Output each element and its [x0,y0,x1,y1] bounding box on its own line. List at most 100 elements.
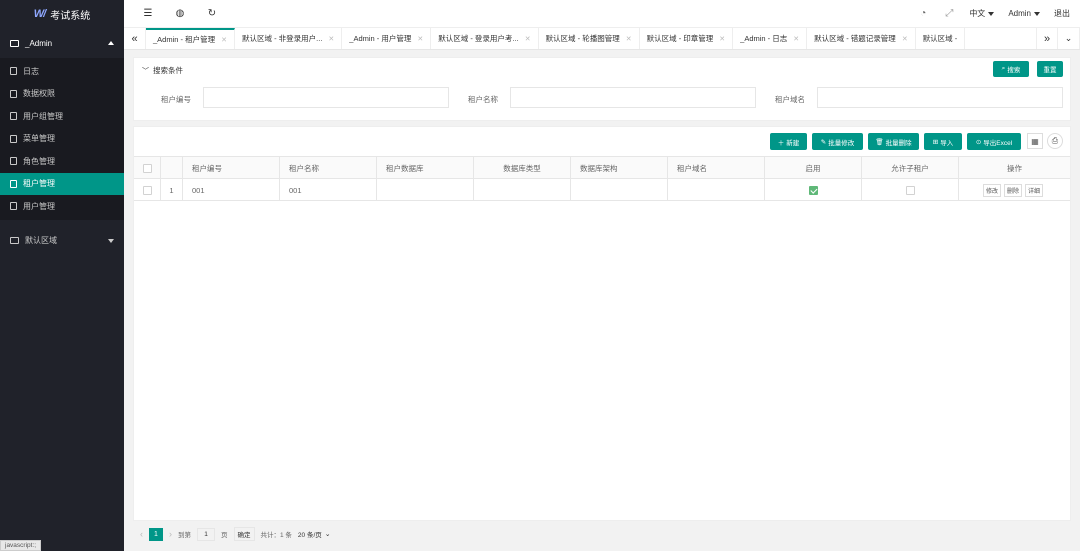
column-header[interactable]: 数据库架构 [571,157,668,179]
sidebar-item-menus[interactable]: 菜单管理 [0,128,124,151]
tabs-scroll-left-icon[interactable]: « [124,28,146,49]
table-header-row: 租户编号 租户名称 租户数据库 数据库类型 数据库架构 租户域名 启用 允许子租… [134,157,1070,179]
column-header[interactable]: 租户域名 [668,157,765,179]
sidebar-item-tenants[interactable]: 租户管理 [0,172,124,195]
import-icon: ⊞ [932,138,939,146]
tab-default-login-users[interactable]: 默认区域 - 登录用户考... ✕ [431,28,539,49]
user-dropdown[interactable]: Admin [1008,9,1040,18]
close-icon[interactable]: ✕ [221,36,227,44]
goto-confirm-button[interactable]: 确定 [233,527,255,541]
close-icon[interactable]: ✕ [417,35,423,43]
sidebar-item-user-groups[interactable]: 用户组管理 [0,105,124,128]
table-panel: ＋新建 ✎ 批量修改 🗑 批量删除 ⊞ 导入 ⊙ 导出Excel ▦ ⎙ 租户编号 租户… [133,126,1071,521]
tab-default-carousel[interactable]: 默认区域 - 轮播图管理 ✕ [539,28,640,49]
close-icon[interactable]: ✕ [626,35,632,43]
export-excel-button[interactable]: ⊙ 导出Excel [967,133,1021,150]
file-icon [10,157,17,166]
tab-default-nonlogin-users[interactable]: 默认区域 - 非登录用户... ✕ [235,28,343,49]
column-header[interactable]: 租户名称 [280,157,377,179]
tenant-code-input[interactable] [203,87,449,108]
tab-label: 默认区域 - 轮播图管理 [545,34,620,43]
close-icon[interactable]: ✕ [793,35,799,43]
column-header[interactable]: 租户数据库 [377,157,474,179]
search-panel: ﹀ 搜索条件 ⌕ 搜索 重置 租户编号 租户名称 租户域名 [133,57,1071,121]
tab-default-wrong-records[interactable]: 默认区域 - 错题记录管理 ✕ [807,28,916,49]
sidebar-submenu: 日志 数据权限 用户组管理 菜单管理 角色管理 租户管理 用户管理 [0,58,124,220]
new-button[interactable]: ＋新建 [770,133,807,150]
select-all-cell [134,157,161,179]
total-count: 共计：1 条 [260,532,292,539]
select-all-checkbox[interactable] [142,163,152,173]
theme-icon[interactable]: ◔ [917,8,929,19]
sidebar-item-data-permission[interactable]: 数据权限 [0,83,124,106]
goto-label: 到第 [178,532,191,539]
sidebar-item-log[interactable]: 日志 [0,60,124,83]
batch-delete-button[interactable]: 🗑 批量删除 [868,133,919,150]
file-icon [10,112,17,121]
goto-page-input[interactable]: 1 [197,527,215,541]
current-page[interactable]: 1 [149,527,163,541]
page-size-select[interactable]: 20 条/页 ⌄ [298,529,331,539]
language-dropdown[interactable]: 中文 [969,8,995,19]
delete-button[interactable]: 删除 [1003,183,1022,197]
tab-default-seal[interactable]: 默认区域 - 印章管理 ✕ [640,28,734,49]
reset-button[interactable]: 重置 [1037,61,1063,77]
sidebar-group-default-area[interactable]: 默认区域 [0,226,124,256]
sidebar-group-admin[interactable]: _Admin [0,28,124,58]
print-icon[interactable]: ⎙ [1047,133,1063,149]
caret-up-icon [108,41,114,45]
db-schema-cell [571,179,668,201]
tenant-domain-input[interactable] [817,87,1063,108]
close-icon[interactable]: ✕ [902,35,908,43]
column-header[interactable]: 启用 [765,157,862,179]
tab-admin-log[interactable]: _Admin - 日志 ✕ [733,28,808,49]
columns-icon[interactable]: ▦ [1027,133,1043,149]
edit-button[interactable]: 修改 [982,183,1001,197]
globe-icon[interactable]: ◍ [174,8,186,19]
logout-link[interactable]: 退出 [1054,8,1070,19]
tabs-menu-chevron-icon[interactable]: ⌄ [1058,28,1080,49]
sidebar-group-label: 默认区域 [25,236,57,245]
page-tabs: « _Admin - 租户管理 ✕ 默认区域 - 非登录用户... ✕ _Admin… [124,28,1080,50]
detail-button[interactable]: 详细 [1025,183,1044,197]
data-table: 租户编号 租户名称 租户数据库 数据库类型 数据库架构 租户域名 启用 允许子租… [134,156,1070,201]
tab-label: 默认区域 - 印章管理 [646,34,714,43]
column-header[interactable]: 租户编号 [183,157,280,179]
search-button[interactable]: ⌕ 搜索 [993,61,1029,77]
close-icon[interactable]: ✕ [719,35,725,43]
language-label: 中文 [969,9,986,18]
enabled-checkbox [808,185,818,195]
import-button[interactable]: ⊞ 导入 [924,133,962,150]
fullscreen-icon[interactable]: ⤢ [943,8,955,19]
column-header[interactable]: 允许子租户 [862,157,959,179]
next-page-icon[interactable]: › [169,529,172,539]
tab-admin-tenants[interactable]: _Admin - 租户管理 ✕ [146,28,235,49]
tenant-name-label: 租户名称 [468,95,498,104]
sidebar-item-users[interactable]: 用户管理 [0,195,124,218]
table-row[interactable]: 1 001 001 修改 删除 详细 [134,179,1070,201]
close-icon[interactable]: ✕ [328,35,334,43]
sidebar: W/ 考试系统 _Admin 日志 数据权限 用户组管理 菜单管理 角色管理 租… [0,0,124,551]
tabs-scroll-right-icon[interactable]: » [1036,28,1058,49]
file-icon [10,179,17,188]
tenant-db-cell [377,179,474,201]
prev-page-icon[interactable]: ‹ [140,529,143,539]
search-panel-title: 搜索条件 [153,66,183,75]
column-header[interactable]: 数据库类型 [474,157,571,179]
file-icon [10,67,17,76]
batch-edit-button[interactable]: ✎ 批量修改 [812,133,863,150]
close-icon[interactable]: ✕ [525,35,531,43]
sidebar-group-label: _Admin [25,38,53,48]
page-size-label: 20 条/页 [297,532,322,539]
export-label: 导出Excel [983,139,1013,147]
tenant-name-input[interactable] [510,87,756,108]
search-panel-toggle[interactable]: ﹀ 搜索条件 [142,65,183,76]
menu-toggle-icon[interactable]: ☰ [142,8,154,19]
row-select-cell [134,179,161,201]
row-checkbox[interactable] [142,185,152,195]
tab-default-more[interactable]: 默认区域 - [916,28,966,49]
tab-label: _Admin - 用户管理 [349,34,412,43]
sidebar-item-roles[interactable]: 角色管理 [0,150,124,173]
refresh-icon[interactable]: ↻ [206,8,218,19]
tab-admin-users[interactable]: _Admin - 用户管理 ✕ [342,28,432,49]
